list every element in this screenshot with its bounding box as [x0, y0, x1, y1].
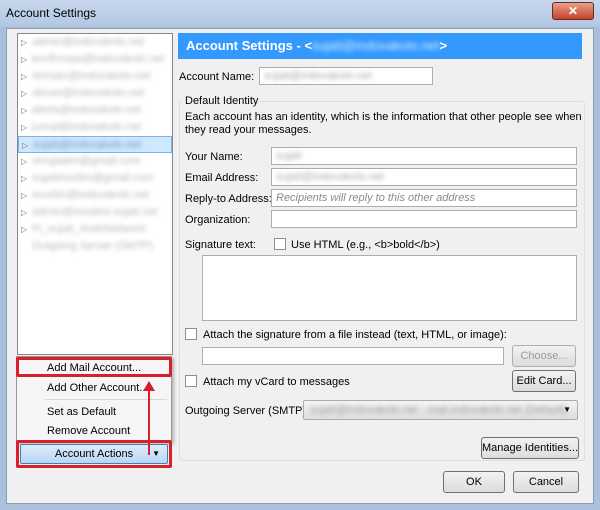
manage-identities-button[interactable]: Manage Identities... — [481, 437, 579, 459]
account-header-email: sujati@indovakolo.net — [312, 38, 440, 53]
tree-item[interactable]: ▷ FI_sujati_AndriNetwork — [18, 221, 172, 238]
account-header-prefix: Account Settings - < — [186, 38, 313, 53]
attach-vcard-label: Attach my vCard to messages — [203, 376, 350, 388]
tree-item-selected[interactable]: ▷ sujati@indovakolo.net — [18, 136, 172, 153]
attach-vcard-checkbox[interactable] — [185, 375, 197, 387]
tree-item-label: sujatimuslim@gmail.com — [32, 172, 154, 184]
tree-item[interactable]: ▷ sujatimuslim@gmail.com — [18, 170, 172, 187]
organization-label: Organization: — [185, 214, 251, 226]
tree-item-label: Outgoing Server (SMTP) — [32, 240, 154, 252]
use-html-label: Use HTML (e.g., <b>bold</b>) — [291, 239, 440, 251]
account-header-suffix: > — [439, 38, 448, 53]
expand-arrow-icon[interactable]: ▷ — [21, 204, 27, 221]
tree-item[interactable]: ▷ jurnal@indovakolo.net — [18, 119, 172, 136]
close-icon[interactable]: ✕ — [552, 2, 594, 20]
reply-to-label: Reply-to Address: — [185, 193, 272, 205]
use-html-checkbox[interactable] — [274, 238, 286, 250]
expand-arrow-icon[interactable]: ▷ — [22, 137, 28, 154]
expand-arrow-icon[interactable]: ▷ — [21, 34, 27, 51]
account-name-input[interactable]: sujati@indovakolo.net — [259, 67, 433, 85]
tree-item[interactable]: ▷ muslim@indovakolo.net — [18, 187, 172, 204]
your-name-label: Your Name: — [185, 151, 243, 163]
account-header: Account Settings - <sujati@indovakolo.ne… — [178, 33, 582, 59]
signature-text-label: Signature text: — [185, 239, 256, 251]
window-title: Account Settings — [6, 6, 97, 20]
ok-button[interactable]: OK — [443, 471, 505, 493]
email-address-value: sujati@indovakolo.net — [276, 171, 384, 183]
cancel-button[interactable]: Cancel — [513, 471, 579, 493]
email-address-input[interactable]: sujati@indovakolo.net — [271, 168, 577, 186]
outgoing-server-select[interactable]: sujati@indovakolo.net - mail.indovakolo.… — [303, 400, 578, 420]
default-identity-title: Default Identity — [183, 95, 261, 107]
tree-item-label: alerts@indovakolo.net — [32, 104, 142, 116]
tree-item-label: domain@indovakolo.net — [32, 70, 151, 82]
annotation-arrow-icon — [143, 381, 155, 455]
tree-item[interactable]: ▷ admin@muslimi.sujati.net — [18, 204, 172, 221]
tree-item-label: FI_sujati_AndriNetwork — [32, 223, 146, 235]
expand-arrow-icon[interactable]: ▷ — [21, 170, 27, 187]
tree-item[interactable]: ▷ konfirmasi@indovakolo.net — [18, 51, 172, 68]
tree-item-label: admin@indovakolo.net — [32, 36, 145, 48]
highlight-box-add-mail — [16, 357, 172, 377]
chevron-down-icon: ▼ — [563, 405, 571, 414]
tree-item-label: sujati@indovakolo.net — [33, 139, 141, 151]
title-bar[interactable]: Account Settings ✕ — [0, 0, 600, 26]
account-name-value: sujati@indovakolo.net — [264, 70, 372, 82]
your-name-value: sujati — [276, 150, 302, 162]
expand-arrow-icon[interactable]: ▷ — [21, 153, 27, 170]
your-name-input[interactable]: sujati — [271, 147, 577, 165]
reply-to-input[interactable]: Recipients will reply to this other addr… — [271, 189, 577, 207]
choose-button[interactable]: Choose... — [512, 345, 576, 367]
outgoing-server-label: Outgoing Server (SMTP): — [185, 405, 310, 417]
expand-arrow-icon[interactable]: ▷ — [21, 85, 27, 102]
tree-item-label: admin@muslimi.sujati.net — [32, 206, 158, 218]
tree-item-label: muslim@indovakolo.net — [32, 189, 149, 201]
identity-description: Each account has an identity, which is t… — [185, 111, 582, 136]
account-tree[interactable]: ▷ admin@indovakolo.net ▷ konfirmasi@indova… — [17, 33, 173, 355]
expand-arrow-icon[interactable]: ▷ — [21, 51, 27, 68]
outgoing-server-value: sujati@indovakolo.net - mail.indovakolo.… — [310, 404, 567, 416]
tree-item-label: jurnal@indovakolo.net — [32, 121, 142, 133]
email-address-label: Email Address: — [185, 172, 259, 184]
signature-textarea[interactable] — [202, 255, 577, 321]
tree-item[interactable]: ▷ sinujaatm@gmail.com — [18, 153, 172, 170]
tree-item-outgoing-server[interactable]: Outgoing Server (SMTP) — [18, 238, 172, 255]
tree-item[interactable]: ▷ abuse@indovakolo.net — [18, 85, 172, 102]
organization-input[interactable] — [271, 210, 577, 228]
tree-item[interactable]: ▷ alerts@indovakolo.net — [18, 102, 172, 119]
attach-signature-label: Attach the signature from a file instead… — [203, 329, 507, 341]
account-name-label: Account Name: — [179, 71, 255, 83]
dialog-client-area: ▷ admin@indovakolo.net ▷ konfirmasi@indova… — [6, 28, 594, 504]
signature-file-input[interactable] — [202, 347, 504, 365]
account-settings-window: Account Settings ✕ ▷ admin@indovakolo.net… — [0, 0, 600, 510]
tree-item-label: abuse@indovakolo.net — [32, 87, 145, 99]
expand-arrow-icon[interactable]: ▷ — [21, 221, 27, 238]
expand-arrow-icon[interactable]: ▷ — [21, 102, 27, 119]
expand-arrow-icon[interactable]: ▷ — [21, 187, 27, 204]
expand-arrow-icon[interactable]: ▷ — [21, 68, 27, 85]
tree-item[interactable]: ▷ admin@indovakolo.net — [18, 34, 172, 51]
expand-arrow-icon[interactable]: ▷ — [21, 119, 27, 136]
tree-item-label: sinujaatm@gmail.com — [32, 155, 141, 167]
edit-card-button[interactable]: Edit Card... — [512, 370, 576, 392]
attach-signature-checkbox[interactable] — [185, 328, 197, 340]
tree-item-label: konfirmasi@indovakolo.net — [32, 53, 165, 65]
tree-item[interactable]: ▷ domain@indovakolo.net — [18, 68, 172, 85]
